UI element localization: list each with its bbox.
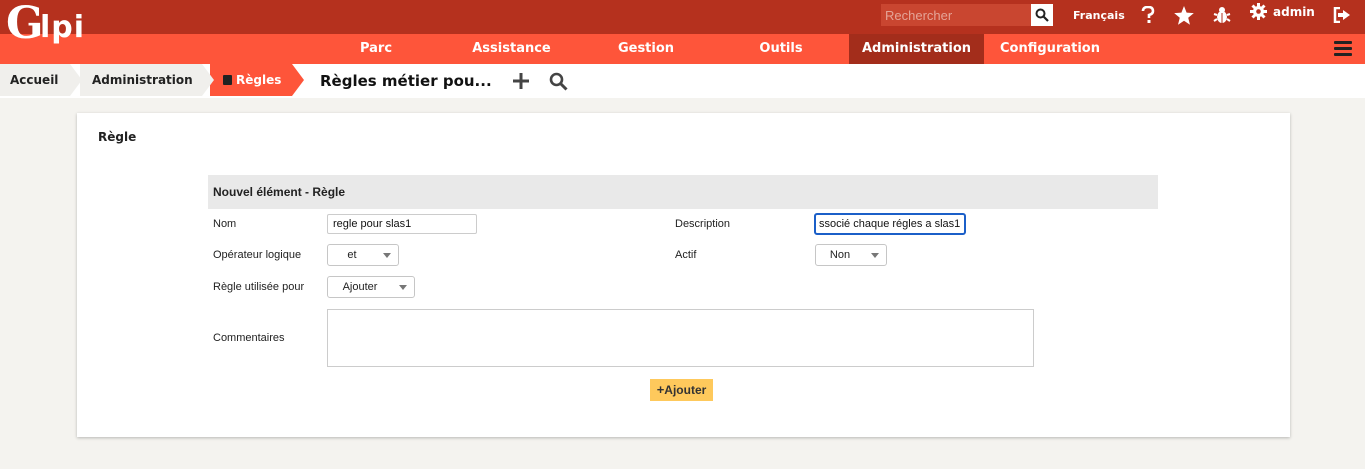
breadcrumb-home[interactable]: Accueil [0,64,82,96]
search-input[interactable] [881,4,1031,26]
card-title: Règle [98,130,137,144]
description-label: Description [675,218,731,230]
rule-card: Règle Nouvel élément - Règle Nom regle p… [77,113,1290,437]
used-for-label: Règle utilisée pour [213,281,305,293]
used-for-value: Ajouter [342,281,378,293]
bug-icon [1213,7,1231,23]
logical-operator-value: et [347,249,357,261]
comments-textarea[interactable] [327,309,1034,367]
help-icon [1141,6,1155,23]
active-value: Non [829,249,851,261]
form-header: Nouvel élément - Règle [208,175,1158,209]
nav-parc[interactable]: Parc [340,34,412,64]
add-rule-button[interactable] [510,70,532,92]
breadcrumb-rules[interactable]: Règles [210,64,304,96]
logical-operator-select[interactable]: et [327,244,399,266]
breadcrumb: Accueil Administration Règles Règles mét… [0,64,1365,98]
used-for-select[interactable]: Ajouter [327,276,415,298]
logout-icon [1333,7,1350,23]
language-selector[interactable]: Français [1073,9,1125,22]
favorites-button[interactable] [1173,4,1195,26]
plus-icon [513,73,529,89]
name-field[interactable]: regle pour slas1 [327,214,477,234]
nav-gestion[interactable]: Gestion [606,34,686,64]
search-button[interactable] [1031,4,1053,26]
comments-label: Commentaires [213,332,285,344]
user-name: admin [1273,4,1315,19]
star-icon [1174,5,1194,25]
main-nav: Parc Assistance Gestion Outils Administr… [0,34,1365,64]
nav-outils[interactable]: Outils [748,34,814,64]
breadcrumb-rules-label: Règles [236,73,282,87]
search-icon [549,72,568,91]
nav-administration[interactable]: Administration [849,34,984,64]
glpi-logo[interactable]: Glpi [6,0,102,54]
chevron-down-icon [399,285,407,290]
active-label: Actif [675,249,697,261]
add-button[interactable]: +Ajouter [650,379,713,401]
nav-configuration[interactable]: Configuration [992,34,1108,64]
search-rules-button[interactable] [547,70,569,92]
search-icon [1035,8,1049,22]
menu-toggle-icon[interactable] [1334,41,1352,57]
breadcrumb-administration[interactable]: Administration [80,64,214,96]
breadcrumb-home-label: Accueil [10,73,59,87]
gear-icon [1250,3,1267,20]
description-field[interactable]: ssocié chaque régles a slas1 [814,213,966,235]
nav-assistance[interactable]: Assistance [460,34,563,64]
add-button-label: Ajouter [664,383,707,397]
active-select[interactable]: Non [815,244,887,266]
logical-operator-label: Opérateur logique [213,249,302,261]
breadcrumb-administration-label: Administration [92,73,193,87]
debug-button[interactable] [1211,4,1233,26]
logout-button[interactable] [1331,4,1353,26]
book-icon [223,75,232,85]
top-bar: Glpi Français admin [0,0,1365,48]
user-menu[interactable]: admin [1250,3,1315,20]
chevron-down-icon [383,253,391,258]
help-button[interactable] [1137,4,1159,26]
name-label: Nom [213,218,237,230]
chevron-down-icon [871,253,879,258]
page-title: Règles métier pou... [320,72,492,90]
